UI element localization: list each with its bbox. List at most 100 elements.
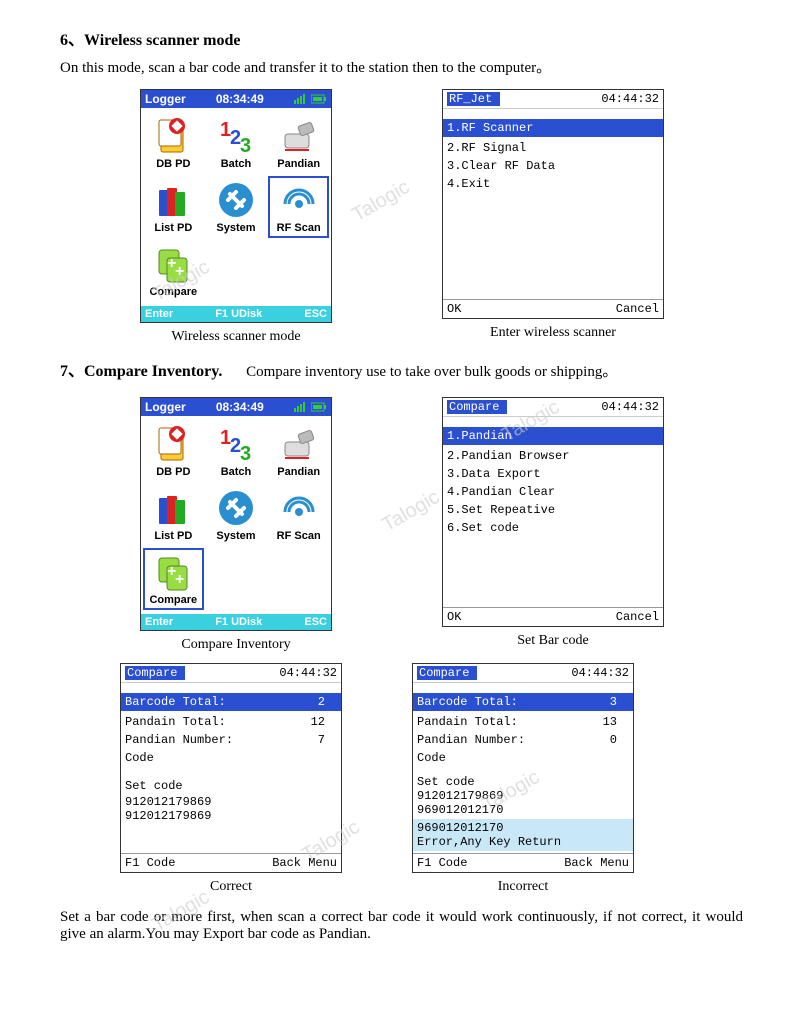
code-label: Code (413, 749, 633, 767)
set-code-label: Set code (121, 777, 341, 795)
back-menu-button[interactable]: Back Menu (272, 856, 337, 870)
correct-title: Compare 04:44:32 (121, 664, 341, 683)
pandain-total-row: Pandain Total: 13 (413, 713, 633, 731)
compare-menu-title: Compare 04:44:32 (443, 398, 663, 417)
set-code-label: Set code (413, 773, 633, 789)
app-listpd[interactable]: List PD (143, 484, 204, 546)
caption-compareinv: Compare Inventory (181, 637, 290, 653)
system-icon (216, 488, 256, 528)
bottom-mid[interactable]: F1 UDisk (173, 308, 304, 320)
code-value: 912012179869 (413, 789, 633, 803)
system-icon (216, 180, 256, 220)
app-label: Batch (221, 466, 252, 478)
titlebar-time: 08:34:49 (216, 400, 264, 414)
menu-item[interactable]: 5.Set Repeative (443, 501, 663, 519)
app-label: Compare (149, 594, 197, 606)
app-system[interactable]: System (206, 484, 267, 546)
app-rfscan[interactable]: RF Scan (268, 484, 329, 546)
svg-text:+: + (175, 263, 184, 280)
correct-screen: Compare 04:44:32 Barcode Total: 2 Pandai… (120, 663, 342, 873)
code-value: 912012179869 (121, 809, 341, 825)
bottom-right[interactable]: ESC (304, 616, 327, 628)
app-listpd[interactable]: List PD (143, 176, 204, 238)
app-compare[interactable]: ++Compare (143, 548, 204, 610)
svg-text:3: 3 (240, 135, 251, 156)
bottom-right[interactable]: ESC (304, 308, 327, 320)
error-message: Error,Any Key Return (413, 835, 633, 851)
caption-wireless: Wireless scanner mode (171, 329, 300, 345)
barcode-total-row: Barcode Total: 3 (413, 693, 633, 711)
pandian-icon (279, 116, 319, 156)
device-bottombar: Enter F1 UDisk ESC (141, 306, 331, 322)
app-label: Compare (149, 286, 197, 298)
code-value: 912012179869 (121, 795, 341, 809)
menu-item[interactable]: 1.RF Scanner (443, 119, 663, 137)
bottom-left[interactable]: Enter (145, 308, 173, 320)
app-label: DB PD (156, 158, 190, 170)
pandian-number-label: Pandian Number: (417, 733, 525, 747)
barcode-total-label: Barcode Total: (417, 695, 518, 709)
back-menu-button[interactable]: Back Menu (564, 856, 629, 870)
listpd-icon (153, 180, 193, 220)
f1-code-button[interactable]: F1 Code (417, 856, 467, 870)
cancel-button[interactable]: Cancel (616, 302, 659, 316)
app-batch[interactable]: 123Batch (206, 112, 267, 174)
app-dbpd[interactable]: DB PD (143, 112, 204, 174)
app-grid: DB PD 123Batch Pandian List PD System RF… (141, 108, 331, 306)
signal-battery-icon (294, 402, 327, 412)
menu-item[interactable]: 1.Pandian (443, 427, 663, 445)
menu-item[interactable]: 4.Pandian Clear (443, 483, 663, 501)
ok-button[interactable]: OK (447, 302, 461, 316)
section7-heading: 7、Compare Inventory. (60, 357, 222, 381)
rfjet-footer: OK Cancel (443, 299, 663, 318)
app-label: RF Scan (277, 530, 321, 542)
batch-icon: 123 (216, 424, 256, 464)
menu-item[interactable]: 6.Set code (443, 519, 663, 537)
device-screenshot-rfscan: Logger 08:34:49 DB PD 123Batch Pandian L… (140, 89, 332, 323)
menu-item[interactable]: 2.Pandian Browser (443, 447, 663, 465)
cancel-button[interactable]: Cancel (616, 610, 659, 624)
pandain-total-row: Pandain Total: 12 (121, 713, 341, 731)
bottom-left[interactable]: Enter (145, 616, 173, 628)
barcode-total-label: Barcode Total: (125, 695, 226, 709)
app-compare[interactable]: ++Compare (143, 240, 204, 302)
dbpd-icon (153, 424, 193, 464)
rfjet-time: 04:44:32 (601, 92, 659, 106)
app-label: List PD (154, 222, 192, 234)
incorrect-footer: F1 Code Back Menu (413, 853, 633, 872)
titlebar-left: Logger (145, 400, 186, 414)
barcode-total-value: 3 (610, 695, 617, 709)
caption-enterwireless: Enter wireless scanner (490, 325, 616, 341)
dbpd-icon (153, 116, 193, 156)
menu-item[interactable]: 2.RF Signal (443, 139, 663, 157)
incorrect-screen: Compare 04:44:32 Barcode Total: 3 Pandai… (412, 663, 634, 873)
app-pandian[interactable]: Pandian (268, 420, 329, 482)
app-label: System (216, 530, 255, 542)
correct-time: 04:44:32 (279, 666, 337, 680)
svg-text:3: 3 (240, 443, 251, 464)
app-batch[interactable]: 123 Batch (206, 420, 267, 482)
menu-item[interactable]: 4.Exit (443, 175, 663, 193)
incorrect-title: Compare 04:44:32 (413, 664, 633, 683)
listpd-icon (153, 488, 193, 528)
pandian-number-value: 7 (318, 733, 325, 747)
f1-code-button[interactable]: F1 Code (125, 856, 175, 870)
pandian-number-value: 0 (610, 733, 617, 747)
signal-battery-icon (294, 94, 327, 104)
ok-button[interactable]: OK (447, 610, 461, 624)
app-system[interactable]: System (206, 176, 267, 238)
correct-footer: F1 Code Back Menu (121, 853, 341, 872)
code-value: 969012012170 (413, 803, 633, 819)
app-rfscan[interactable]: RF Scan (268, 176, 329, 238)
compare-time: 04:44:32 (601, 400, 659, 414)
menu-item[interactable]: 3.Data Export (443, 465, 663, 483)
rfscan-icon (279, 488, 319, 528)
app-pandian[interactable]: Pandian (268, 112, 329, 174)
app-label: Pandian (277, 158, 320, 170)
app-grid: DB PD 123 Batch Pandian List PD System RF… (141, 416, 331, 614)
bottom-mid[interactable]: F1 UDisk (173, 616, 304, 628)
app-label: Batch (221, 158, 252, 170)
menu-item[interactable]: 3.Clear RF Data (443, 157, 663, 175)
incorrect-title-text: Compare (417, 666, 477, 680)
app-dbpd[interactable]: DB PD (143, 420, 204, 482)
